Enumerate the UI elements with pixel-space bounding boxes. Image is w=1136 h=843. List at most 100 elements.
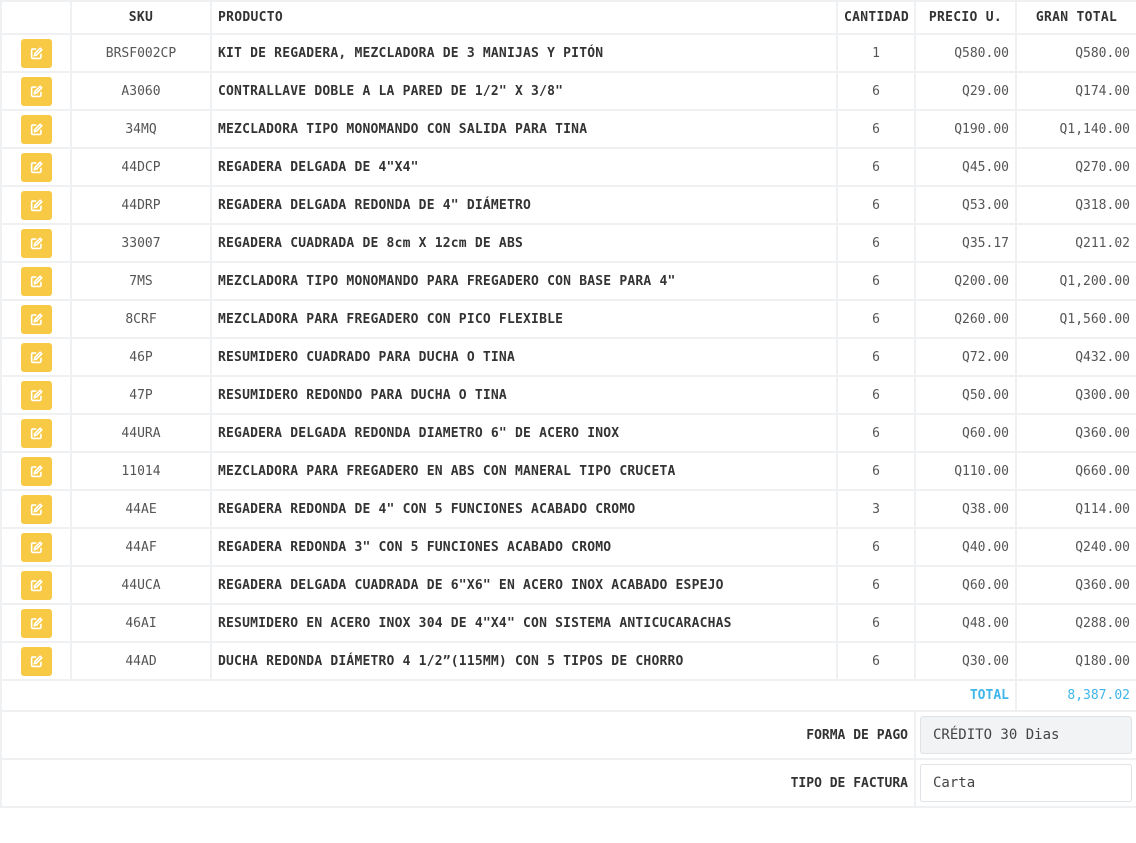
- cell-sku: 8CRF: [70, 299, 212, 339]
- edit-button[interactable]: [20, 494, 52, 524]
- edit-button[interactable]: [20, 570, 52, 600]
- edit-button[interactable]: [20, 380, 52, 410]
- edit-button[interactable]: [20, 418, 52, 448]
- cell-quantity: 6: [836, 603, 916, 643]
- cell-sku: 11014: [70, 451, 212, 491]
- cell-grand-total: Q288.00: [1015, 603, 1136, 643]
- payment-method-row: FORMA DE PAGO CRÉDITO 30 Dias: [0, 710, 1136, 760]
- cell-sku: BRSF002CP: [70, 33, 212, 73]
- cell-sku: 44UCA: [70, 565, 212, 605]
- edit-icon: [30, 388, 43, 402]
- edit-cell: [0, 565, 72, 605]
- edit-cell: [0, 451, 72, 491]
- cell-grand-total: Q270.00: [1015, 147, 1136, 187]
- cell-product: KIT DE REGADERA, MEZCLADORA DE 3 MANIJAS…: [210, 33, 838, 73]
- cell-product: REGADERA CUADRADA DE 8cm X 12cm DE ABS: [210, 223, 838, 263]
- edit-button[interactable]: [20, 608, 52, 638]
- edit-icon: [30, 654, 43, 668]
- table-row: 7MS MEZCLADORA TIPO MONOMANDO PARA FREGAD…: [0, 261, 1136, 301]
- edit-button[interactable]: [20, 342, 52, 372]
- cell-unit-price: Q53.00: [914, 185, 1017, 225]
- cell-quantity: 6: [836, 223, 916, 263]
- cell-quantity: 6: [836, 71, 916, 111]
- cell-product: REGADERA DELGADA REDONDA DIAMETRO 6" DE …: [210, 413, 838, 453]
- edit-button[interactable]: [20, 646, 52, 676]
- cell-product: MEZCLADORA TIPO MONOMANDO CON SALIDA PAR…: [210, 109, 838, 149]
- cell-sku: 47P: [70, 375, 212, 415]
- edit-icon: [30, 616, 43, 630]
- edit-button[interactable]: [20, 190, 52, 220]
- edit-button[interactable]: [20, 152, 52, 182]
- edit-cell: [0, 375, 72, 415]
- edit-icon: [30, 502, 43, 516]
- cell-quantity: 6: [836, 375, 916, 415]
- cell-grand-total: Q580.00: [1015, 33, 1136, 73]
- cell-quantity: 6: [836, 527, 916, 567]
- payment-method-label: FORMA DE PAGO: [0, 710, 916, 760]
- edit-button[interactable]: [20, 228, 52, 258]
- edit-button[interactable]: [20, 456, 52, 486]
- table-row: 34MQ MEZCLADORA TIPO MONOMANDO CON SALIDA…: [0, 109, 1136, 149]
- cell-unit-price: Q40.00: [914, 527, 1017, 567]
- invoice-type-row: TIPO DE FACTURA Carta: [0, 758, 1136, 808]
- edit-button[interactable]: [20, 38, 52, 68]
- cell-unit-price: Q29.00: [914, 71, 1017, 111]
- cell-grand-total: Q300.00: [1015, 375, 1136, 415]
- edit-button[interactable]: [20, 532, 52, 562]
- edit-icon: [30, 464, 43, 478]
- cell-product: MEZCLADORA PARA FREGADERO CON PICO FLEXI…: [210, 299, 838, 339]
- table-header-row: SKU PRODUCTO CANTIDAD PRECIO U. GRAN TOT…: [0, 0, 1136, 35]
- header-product: PRODUCTO: [210, 0, 838, 35]
- total-label: TOTAL: [0, 679, 1017, 712]
- cell-sku: A3060: [70, 71, 212, 111]
- cell-grand-total: Q360.00: [1015, 413, 1136, 453]
- invoice-type-label: TIPO DE FACTURA: [0, 758, 916, 808]
- cell-grand-total: Q180.00: [1015, 641, 1136, 681]
- cell-quantity: 3: [836, 489, 916, 529]
- cell-quantity: 6: [836, 109, 916, 149]
- edit-button[interactable]: [20, 114, 52, 144]
- edit-icon: [30, 312, 43, 326]
- edit-cell: [0, 71, 72, 111]
- header-grand-total: GRAN TOTAL: [1015, 0, 1136, 35]
- payment-method-field[interactable]: CRÉDITO 30 Dias: [920, 716, 1132, 754]
- table-row: 44AF REGADERA REDONDA 3" CON 5 FUNCIONES …: [0, 527, 1136, 567]
- total-row: TOTAL 8,387.02: [0, 679, 1136, 712]
- cell-quantity: 1: [836, 33, 916, 73]
- cell-grand-total: Q360.00: [1015, 565, 1136, 605]
- table-row: 8CRF MEZCLADORA PARA FREGADERO CON PICO F…: [0, 299, 1136, 339]
- edit-button[interactable]: [20, 304, 52, 334]
- cell-sku: 46P: [70, 337, 212, 377]
- cell-sku: 33007: [70, 223, 212, 263]
- edit-cell: [0, 413, 72, 453]
- edit-button[interactable]: [20, 266, 52, 296]
- cell-sku: 44AF: [70, 527, 212, 567]
- edit-button[interactable]: [20, 76, 52, 106]
- cell-sku: 46AI: [70, 603, 212, 643]
- cell-grand-total: Q432.00: [1015, 337, 1136, 377]
- cell-unit-price: Q110.00: [914, 451, 1017, 491]
- table-row: 44UCA REGADERA DELGADA CUADRADA DE 6"X6" …: [0, 565, 1136, 605]
- header-quantity: CANTIDAD: [836, 0, 916, 35]
- cell-grand-total: Q240.00: [1015, 527, 1136, 567]
- cell-product: REGADERA DELGADA DE 4"X4": [210, 147, 838, 187]
- cell-product: RESUMIDERO EN ACERO INOX 304 DE 4"X4" CO…: [210, 603, 838, 643]
- cell-grand-total: Q660.00: [1015, 451, 1136, 491]
- invoice-type-field[interactable]: Carta: [920, 764, 1132, 802]
- cell-quantity: 6: [836, 147, 916, 187]
- edit-cell: [0, 641, 72, 681]
- table-row: 44DRP REGADERA DELGADA REDONDA DE 4" DIÁM…: [0, 185, 1136, 225]
- table-row: 44AD DUCHA REDONDA DIÁMETRO 4 1/2”(115MM)…: [0, 641, 1136, 681]
- cell-product: CONTRALLAVE DOBLE A LA PARED DE 1/2" X 3…: [210, 71, 838, 111]
- cell-unit-price: Q48.00: [914, 603, 1017, 643]
- cell-sku: 44DCP: [70, 147, 212, 187]
- cell-quantity: 6: [836, 185, 916, 225]
- edit-icon: [30, 540, 43, 554]
- cell-unit-price: Q30.00: [914, 641, 1017, 681]
- edit-icon: [30, 160, 43, 174]
- cell-quantity: 6: [836, 299, 916, 339]
- edit-icon: [30, 426, 43, 440]
- edit-cell: [0, 33, 72, 73]
- cell-quantity: 6: [836, 337, 916, 377]
- cell-grand-total: Q1,560.00: [1015, 299, 1136, 339]
